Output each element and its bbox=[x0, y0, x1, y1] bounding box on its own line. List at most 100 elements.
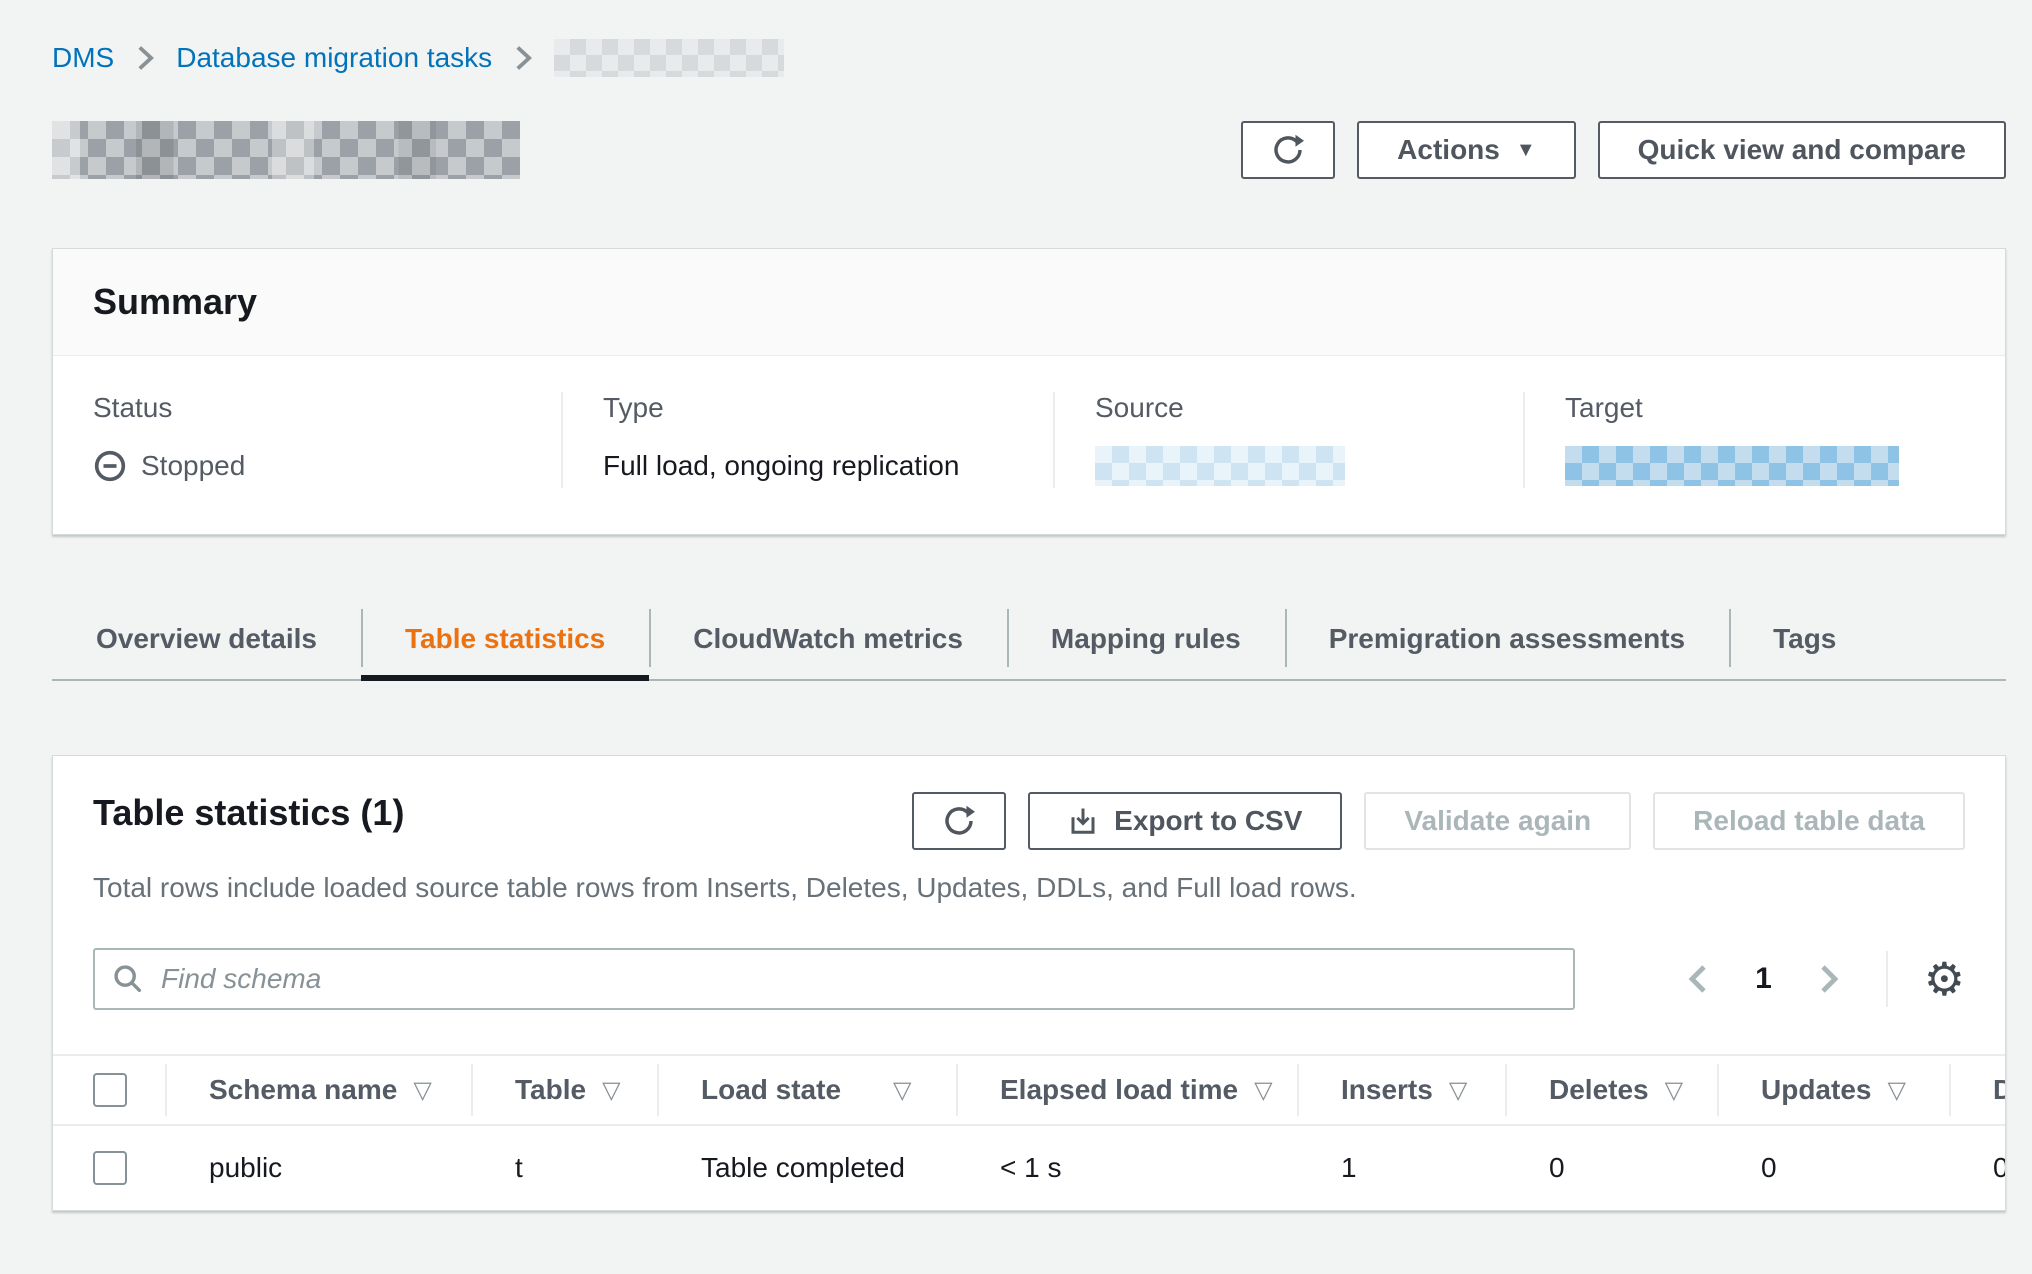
row-checkbox[interactable] bbox=[93, 1151, 127, 1185]
row-select-cell bbox=[53, 1151, 165, 1185]
tab-overview-details[interactable]: Overview details bbox=[52, 599, 361, 679]
caret-down-icon: ▼ bbox=[1516, 140, 1536, 160]
summary-field-source: Source bbox=[1053, 392, 1523, 488]
cell-load-state: Table completed bbox=[657, 1152, 956, 1184]
search-icon bbox=[111, 962, 145, 1001]
settings-gear-icon[interactable]: ⚙ bbox=[1924, 956, 1965, 1002]
status-value: Stopped bbox=[141, 450, 245, 482]
source-endpoint-link-redacted[interactable] bbox=[1095, 446, 1345, 486]
select-all-checkbox[interactable] bbox=[93, 1073, 127, 1107]
status-label: Status bbox=[93, 392, 521, 424]
tab-label: Overview details bbox=[96, 623, 317, 655]
column-header-deletes[interactable]: Deletes ▽ bbox=[1505, 1056, 1717, 1124]
column-header-schema-name[interactable]: Schema name ▽ bbox=[165, 1056, 471, 1124]
tab-label: Premigration assessments bbox=[1329, 623, 1685, 655]
quick-view-compare-button[interactable]: Quick view and compare bbox=[1598, 121, 2006, 179]
table-statistics-header: Table statistics (1) bbox=[53, 756, 2005, 850]
find-schema-input[interactable] bbox=[93, 948, 1575, 1010]
column-header-elapsed-load-time[interactable]: Elapsed load time ▽ bbox=[956, 1056, 1297, 1124]
column-label: Updates bbox=[1761, 1074, 1871, 1106]
refresh-icon bbox=[943, 805, 975, 837]
sort-icon: ▽ bbox=[1449, 1076, 1467, 1105]
sort-icon: ▽ bbox=[1887, 1076, 1905, 1105]
table-row: public t Table completed < 1 s 1 0 0 0 bbox=[53, 1126, 2005, 1210]
select-all-cell bbox=[53, 1056, 165, 1124]
column-label: DDLs bbox=[1993, 1074, 2005, 1106]
cell-schema-name: public bbox=[165, 1152, 471, 1184]
validate-again-label: Validate again bbox=[1404, 805, 1591, 837]
breadcrumb-chevron-icon bbox=[134, 44, 156, 72]
page-header: Actions ▼ Quick view and compare bbox=[52, 120, 2006, 180]
column-label: Schema name bbox=[209, 1074, 397, 1106]
reload-table-data-button[interactable]: Reload table data bbox=[1653, 792, 1965, 850]
type-label: Type bbox=[603, 392, 1013, 424]
table-statistics-title: Table statistics (1) bbox=[93, 792, 404, 834]
tab-tags[interactable]: Tags bbox=[1729, 599, 1880, 679]
table-statistics-description: Total rows include loaded source table r… bbox=[53, 872, 2005, 904]
task-detail-tabs: Overview details Table statistics CloudW… bbox=[52, 599, 2006, 681]
table-toolbar: 1 ⚙ bbox=[53, 948, 2005, 1010]
summary-panel-header: Summary bbox=[53, 249, 2005, 356]
actions-button[interactable]: Actions ▼ bbox=[1357, 121, 1575, 179]
target-label: Target bbox=[1565, 392, 1965, 424]
cell-ddls: 0 bbox=[1949, 1152, 2005, 1184]
tab-label: CloudWatch metrics bbox=[693, 623, 963, 655]
summary-field-status: Status Stopped bbox=[53, 392, 561, 488]
target-endpoint-link-redacted[interactable] bbox=[1565, 446, 1899, 486]
cell-updates: 0 bbox=[1717, 1152, 1949, 1184]
table-statistics-actions: Export to CSV Validate again Reload tabl… bbox=[912, 792, 1965, 850]
column-label: Elapsed load time bbox=[1000, 1074, 1238, 1106]
column-header-table[interactable]: Table ▽ bbox=[471, 1056, 657, 1124]
summary-panel: Summary Status Stopped Type Full load, o… bbox=[52, 248, 2006, 535]
breadcrumb-current-task-redacted bbox=[554, 39, 784, 77]
summary-title: Summary bbox=[93, 281, 1965, 323]
statistics-table: Schema name ▽ Table ▽ Load state ▽ Elaps… bbox=[53, 1054, 2005, 1210]
page-title-redacted bbox=[52, 121, 520, 179]
column-label: Load state bbox=[701, 1074, 841, 1106]
type-value: Full load, ongoing replication bbox=[603, 450, 959, 482]
table-statistics-panel: Table statistics (1) bbox=[52, 755, 2006, 1211]
export-to-csv-button[interactable]: Export to CSV bbox=[1028, 792, 1342, 850]
status-stopped-icon bbox=[93, 449, 127, 483]
sort-icon: ▽ bbox=[1254, 1076, 1272, 1105]
column-label: Deletes bbox=[1549, 1074, 1649, 1106]
quick-view-compare-label: Quick view and compare bbox=[1638, 134, 1966, 166]
column-header-load-state[interactable]: Load state ▽ bbox=[657, 1056, 956, 1124]
column-header-ddls[interactable]: DDLs ▽ bbox=[1949, 1056, 2005, 1124]
column-label: Inserts bbox=[1341, 1074, 1433, 1106]
tab-cloudwatch-metrics[interactable]: CloudWatch metrics bbox=[649, 599, 1007, 679]
tab-label: Mapping rules bbox=[1051, 623, 1241, 655]
export-to-csv-label: Export to CSV bbox=[1114, 805, 1302, 837]
validate-again-button[interactable]: Validate again bbox=[1364, 792, 1631, 850]
tab-premigration-assessments[interactable]: Premigration assessments bbox=[1285, 599, 1729, 679]
cell-elapsed-load-time: < 1 s bbox=[956, 1152, 1297, 1184]
column-header-updates[interactable]: Updates ▽ bbox=[1717, 1056, 1949, 1124]
tab-mapping-rules[interactable]: Mapping rules bbox=[1007, 599, 1285, 679]
current-page-number[interactable]: 1 bbox=[1755, 962, 1772, 996]
summary-panel-body: Status Stopped Type Full load, ongoing r… bbox=[53, 356, 2005, 534]
cell-table: t bbox=[471, 1152, 657, 1184]
previous-page-button[interactable] bbox=[1685, 963, 1711, 995]
page-header-actions: Actions ▼ Quick view and compare bbox=[1241, 121, 2006, 179]
breadcrumb: DMS Database migration tasks bbox=[52, 0, 2006, 80]
export-icon bbox=[1068, 806, 1098, 836]
column-label: Table bbox=[515, 1074, 586, 1106]
table-header-row: Schema name ▽ Table ▽ Load state ▽ Elaps… bbox=[53, 1054, 2005, 1126]
breadcrumb-link-migration-tasks[interactable]: Database migration tasks bbox=[176, 42, 492, 74]
tab-table-statistics[interactable]: Table statistics bbox=[361, 599, 649, 679]
source-label: Source bbox=[1095, 392, 1483, 424]
table-refresh-button[interactable] bbox=[912, 792, 1006, 850]
cell-inserts: 1 bbox=[1297, 1152, 1505, 1184]
schema-search bbox=[93, 948, 1575, 1010]
tab-label: Tags bbox=[1773, 623, 1836, 655]
cell-deletes: 0 bbox=[1505, 1152, 1717, 1184]
column-header-inserts[interactable]: Inserts ▽ bbox=[1297, 1056, 1505, 1124]
refresh-button[interactable] bbox=[1241, 121, 1335, 179]
next-page-button[interactable] bbox=[1816, 963, 1842, 995]
breadcrumb-link-dms[interactable]: DMS bbox=[52, 42, 114, 74]
breadcrumb-chevron-icon bbox=[512, 44, 534, 72]
sort-icon: ▽ bbox=[413, 1076, 431, 1105]
actions-button-label: Actions bbox=[1397, 134, 1500, 166]
summary-field-type: Type Full load, ongoing replication bbox=[561, 392, 1053, 488]
pagination: 1 ⚙ bbox=[1685, 951, 1965, 1007]
